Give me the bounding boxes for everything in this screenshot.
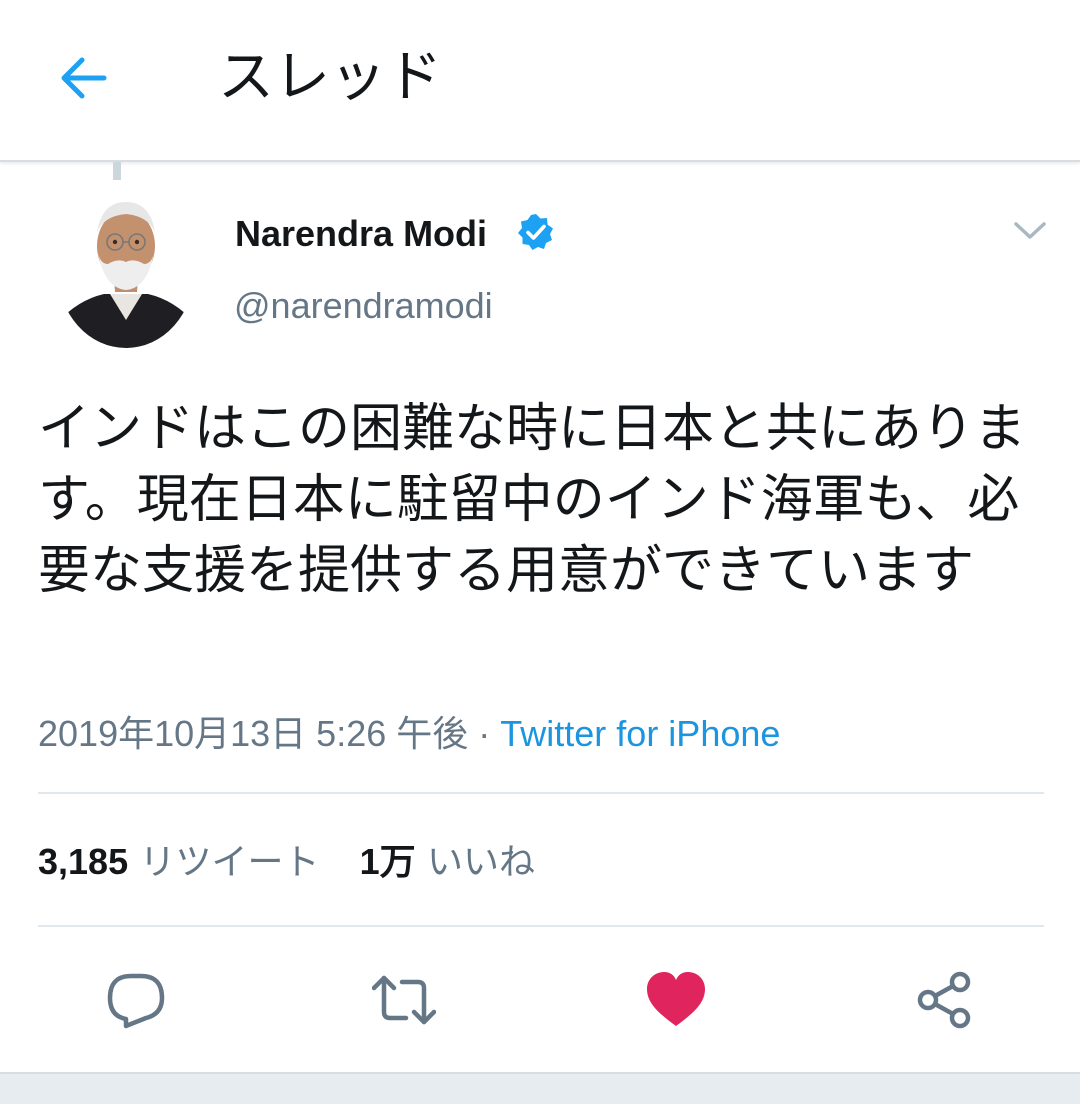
reply-button[interactable] — [104, 968, 168, 1032]
like-stat[interactable]: 1万 いいね — [359, 841, 536, 883]
reply-icon — [107, 973, 165, 1029]
tweet-text: インドはこの困難な時に日本と共にあります。現在日本に駐留中のインド海軍も、必要な… — [38, 399, 1027, 601]
chevron-down-icon[interactable] — [1010, 214, 1050, 248]
page-title: スレッド — [218, 45, 442, 110]
share-icon — [917, 971, 971, 1029]
like-button[interactable] — [644, 968, 708, 1032]
avatar-image — [58, 196, 194, 348]
arrow-left-icon — [61, 57, 107, 99]
share-button[interactable] — [912, 968, 976, 1032]
author-name[interactable]: Narendra Modi — [235, 212, 487, 256]
retweet-label: リツイート — [139, 842, 320, 883]
tweet-timestamp: 2019年10月13日 5:26 午後 — [38, 713, 469, 754]
thread-connector-line — [113, 162, 121, 180]
verified-badge-icon — [516, 212, 556, 252]
retweet-icon — [371, 975, 437, 1025]
like-count: 1万 — [359, 841, 416, 882]
author-handle[interactable]: @narendramodi — [234, 284, 493, 328]
divider — [38, 925, 1044, 927]
footer-separator — [0, 1072, 1080, 1104]
tweet-stats: 3,185 リツイート 1万 いいね — [38, 840, 535, 885]
divider — [38, 792, 1044, 794]
retweet-count: 3,185 — [38, 841, 129, 882]
retweet-stat[interactable]: 3,185 リツイート — [38, 841, 320, 883]
like-label: いいね — [427, 842, 536, 883]
retweet-button[interactable] — [371, 968, 437, 1032]
top-app-bar: スレッド — [0, 0, 1080, 162]
tweet-metadata: 2019年10月13日 5:26 午後 · Twitter for iPhone — [38, 712, 780, 756]
back-button[interactable] — [52, 48, 116, 108]
heart-icon — [647, 972, 705, 1026]
tweet-source-link[interactable]: Twitter for iPhone — [500, 713, 780, 754]
avatar[interactable] — [58, 196, 194, 348]
meta-separator: · — [478, 713, 491, 754]
